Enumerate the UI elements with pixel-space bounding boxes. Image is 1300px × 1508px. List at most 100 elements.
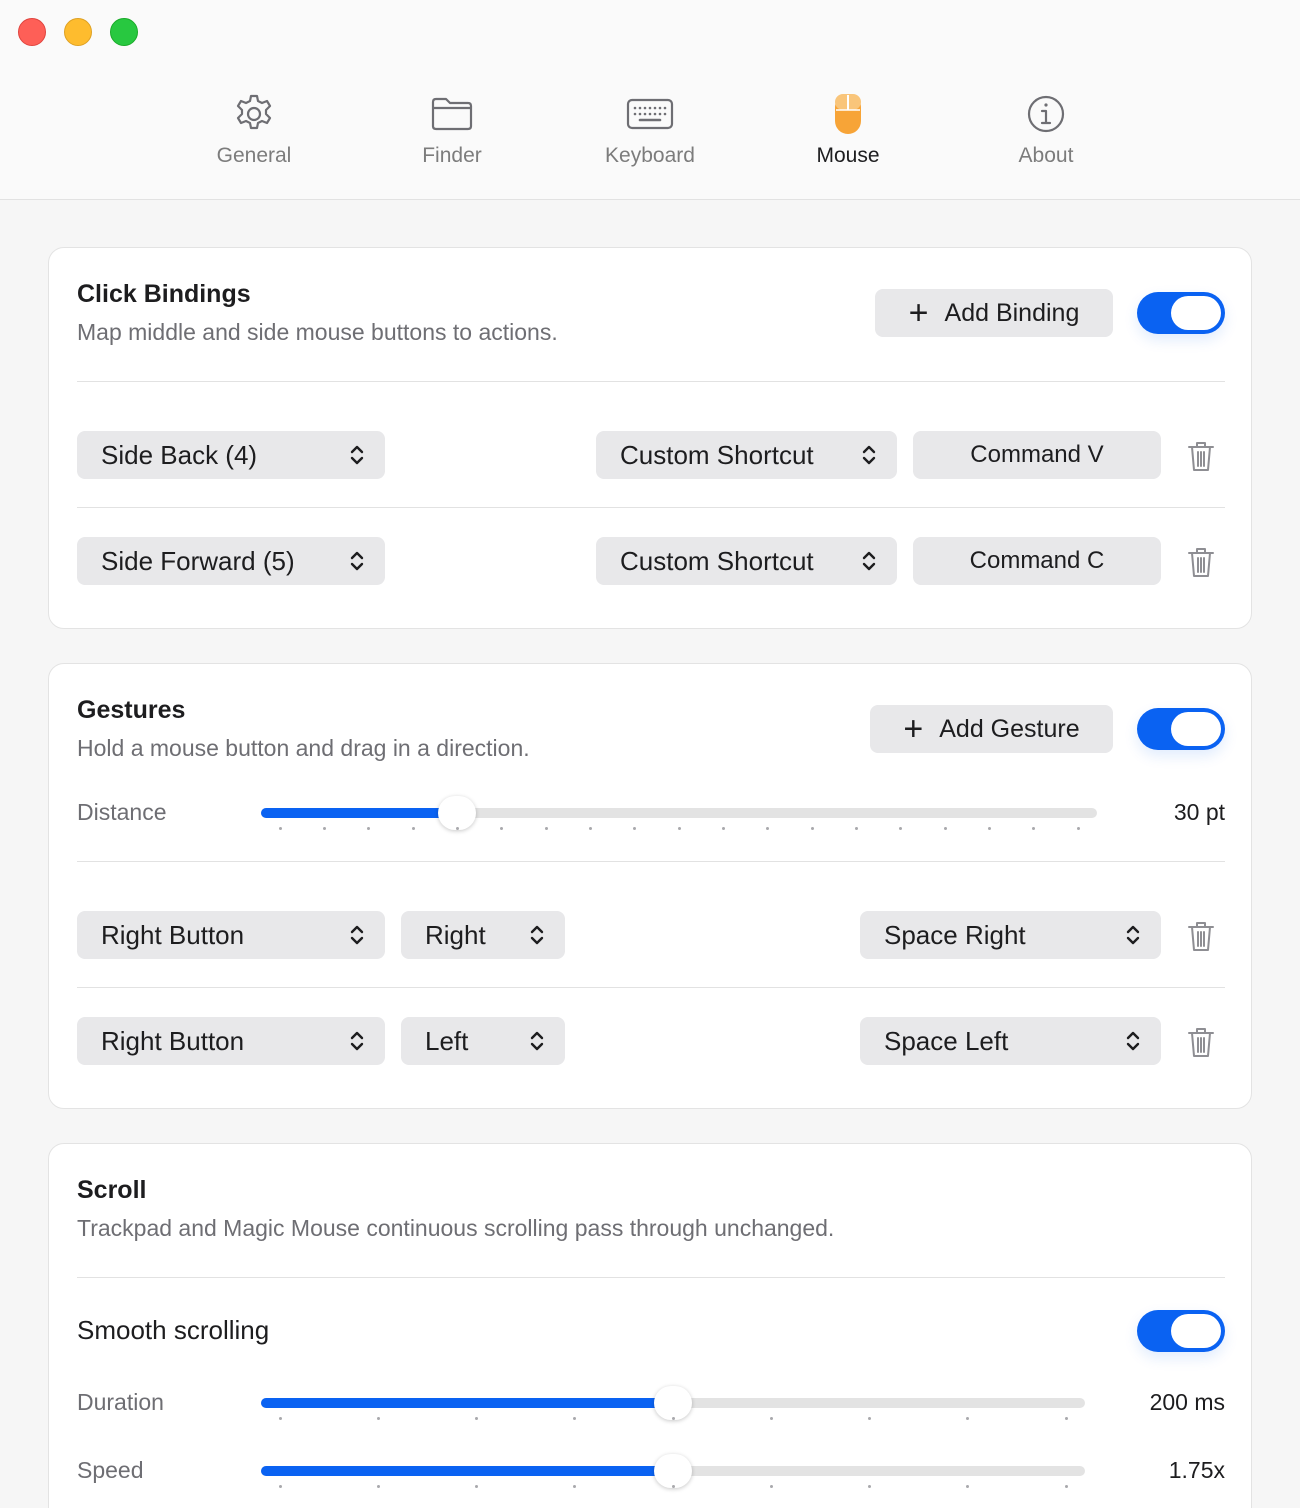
plus-icon: + [908, 294, 929, 332]
chevron-updown-icon [1126, 1031, 1140, 1051]
chevron-updown-icon [1126, 925, 1140, 945]
shortcut-recorder-button[interactable]: Command V [913, 431, 1161, 479]
slider-tick [1032, 827, 1036, 830]
select-value: Left [425, 1025, 469, 1056]
slider-tick [899, 827, 903, 830]
chevron-updown-icon [530, 925, 544, 945]
chevron-updown-icon [350, 551, 364, 571]
section-title: Click Bindings [77, 280, 251, 308]
slider-tick [671, 1485, 675, 1488]
minimize-window-button[interactable] [64, 18, 92, 46]
plus-icon: + [903, 710, 924, 748]
slider-tick [966, 1417, 970, 1420]
select-value: Custom Shortcut [620, 439, 814, 470]
section-title: Scroll [77, 1176, 147, 1204]
slider-tick [987, 827, 991, 830]
binding-button-select[interactable]: Side Back (4) [77, 431, 385, 479]
tab-keyboard[interactable]: Keyboard [570, 92, 730, 168]
select-value: Space Right [884, 919, 1026, 950]
duration-slider[interactable] [261, 1384, 1085, 1424]
smooth-scrolling-label: Smooth scrolling [77, 1315, 270, 1345]
tab-label: Keyboard [605, 144, 695, 167]
gesture-action-select[interactable]: Space Right [860, 911, 1161, 959]
slider-tick [966, 1485, 970, 1488]
slider-tick [278, 1485, 282, 1488]
close-window-button[interactable] [18, 18, 46, 46]
section-title: Gestures [77, 696, 186, 724]
shortcut-recorder-button[interactable]: Command C [913, 537, 1161, 585]
chevron-updown-icon [862, 445, 876, 465]
gesture-action-select[interactable]: Space Left [860, 1017, 1161, 1065]
folder-icon [372, 92, 532, 136]
info-icon [966, 92, 1126, 136]
select-value: Custom Shortcut [620, 545, 814, 576]
gestures-toggle[interactable] [1137, 708, 1225, 750]
trash-icon[interactable] [1187, 546, 1215, 578]
click-bindings-panel: Click Bindings Map middle and side mouse… [48, 247, 1252, 629]
slider-tick [573, 1417, 577, 1420]
speed-slider[interactable] [261, 1452, 1085, 1492]
binding-button-select[interactable]: Side Forward (5) [77, 537, 385, 585]
tab-label: General [216, 144, 292, 167]
slider-tick [278, 827, 282, 830]
speed-value: 1.75x [1168, 1457, 1225, 1483]
slider-tick [376, 1485, 380, 1488]
divider [77, 1277, 1225, 1278]
divider [77, 507, 1225, 508]
slider-tick [854, 827, 858, 830]
binding-action-select[interactable]: Custom Shortcut [596, 431, 897, 479]
duration-value: 200 ms [1149, 1389, 1225, 1415]
slider-thumb[interactable] [654, 1454, 692, 1488]
select-value: Side Back (4) [101, 439, 258, 470]
slider-tick [868, 1417, 871, 1420]
trash-icon[interactable] [1187, 440, 1215, 472]
chevron-updown-icon [530, 1031, 544, 1051]
gesture-button-select[interactable]: Right Button [77, 911, 385, 959]
tab-finder[interactable]: Finder [372, 92, 532, 168]
slider-tick [769, 1485, 773, 1488]
mouse-icon [768, 92, 928, 136]
slider-tick [588, 827, 592, 830]
slider-tick [322, 827, 326, 830]
slider-tick [810, 827, 814, 830]
slider-tick [1076, 827, 1080, 830]
gear-icon [174, 92, 334, 136]
tab-mouse[interactable]: Mouse [768, 92, 928, 168]
tab-about[interactable]: About [966, 92, 1126, 168]
slider-tick [671, 1417, 675, 1420]
slider-tick [721, 827, 725, 830]
window-toolbar: General Finder Keyboard Mouse About [0, 0, 1300, 200]
slider-tick [500, 827, 504, 830]
preferences-tabs: General Finder Keyboard Mouse About [0, 92, 1300, 182]
section-subtitle: Hold a mouse button and drag in a direct… [77, 735, 530, 761]
select-value: Right [425, 919, 486, 950]
add-gesture-button[interactable]: + Add Gesture [870, 705, 1113, 753]
add-binding-button[interactable]: + Add Binding [875, 289, 1113, 337]
gesture-direction-select[interactable]: Left [401, 1017, 565, 1065]
add-gesture-label: Add Gesture [939, 714, 1080, 743]
click-bindings-toggle[interactable] [1137, 292, 1225, 334]
tab-general[interactable]: General [174, 92, 334, 168]
distance-value: 30 pt [1173, 799, 1225, 825]
slider-thumb[interactable] [438, 796, 477, 830]
gesture-direction-select[interactable]: Right [401, 911, 565, 959]
slider-thumb[interactable] [654, 1386, 692, 1420]
binding-action-select[interactable]: Custom Shortcut [596, 537, 897, 585]
duration-label: Duration [77, 1389, 164, 1415]
distance-slider[interactable] [261, 794, 1097, 834]
chevron-updown-icon [862, 551, 876, 571]
trash-icon[interactable] [1187, 920, 1215, 952]
trash-icon[interactable] [1187, 1026, 1215, 1058]
section-subtitle: Trackpad and Magic Mouse continuous scro… [77, 1215, 835, 1241]
zoom-window-button[interactable] [110, 18, 138, 46]
divider [77, 381, 1225, 382]
slider-tick [376, 1417, 380, 1420]
slider-tick [677, 827, 681, 830]
gesture-button-select[interactable]: Right Button [77, 1017, 385, 1065]
keyboard-icon [570, 92, 730, 136]
smooth-scrolling-toggle[interactable] [1137, 1310, 1225, 1352]
slider-tick [769, 1417, 773, 1420]
slider-tick [573, 1485, 577, 1488]
speed-label: Speed [77, 1457, 144, 1483]
tab-label: Finder [422, 144, 482, 167]
